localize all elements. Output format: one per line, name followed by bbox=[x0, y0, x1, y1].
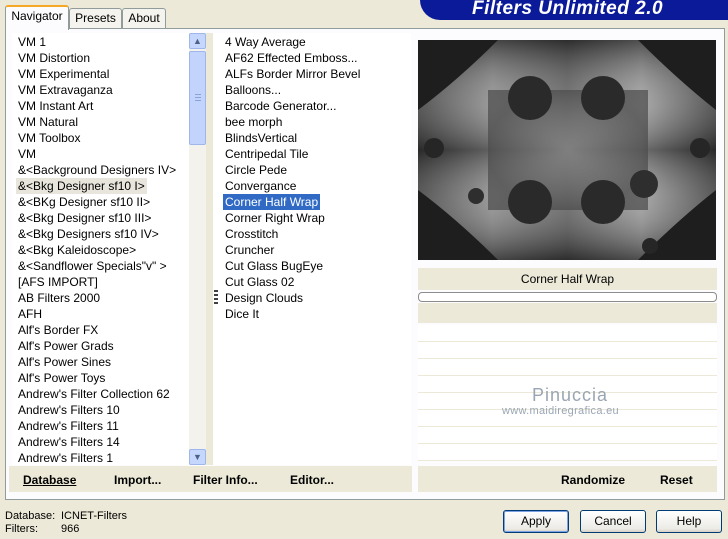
filter-list[interactable]: 4 Way Average AF62 Effected Emboss... ALFs… bbox=[213, 33, 411, 465]
filter-item[interactable]: Dice It bbox=[223, 306, 261, 322]
app-title: Filters Unlimited 2.0 bbox=[472, 0, 664, 19]
cancel-button[interactable]: Cancel bbox=[580, 510, 646, 533]
filters-label: Filters: bbox=[5, 523, 38, 535]
category-item[interactable]: AFH bbox=[16, 306, 44, 322]
filter-item[interactable]: Cruncher bbox=[223, 242, 276, 258]
filter-item[interactable]: Circle Pede bbox=[223, 162, 289, 178]
category-item[interactable]: VM Natural bbox=[16, 114, 80, 130]
filter-item[interactable]: AF62 Effected Emboss... bbox=[223, 50, 360, 66]
category-item[interactable]: Andrew's Filters 11 bbox=[16, 418, 121, 434]
filter-item[interactable]: BlindsVertical bbox=[223, 130, 299, 146]
database-value: ICNET-Filters bbox=[61, 510, 127, 522]
watermark-name: Pinuccia bbox=[532, 385, 609, 405]
category-item[interactable]: Andrew's Filter Collection 62 bbox=[16, 386, 172, 402]
category-item[interactable]: VM Extravaganza bbox=[16, 82, 115, 98]
category-item[interactable]: AB Filters 2000 bbox=[16, 290, 102, 306]
controls-area bbox=[418, 303, 717, 323]
category-item[interactable]: &<Bkg Designer sf10 I> bbox=[16, 178, 147, 194]
filter-item[interactable]: Design Clouds bbox=[223, 290, 305, 306]
editor-button[interactable]: Editor... bbox=[290, 473, 334, 487]
list-marker-icon bbox=[214, 290, 218, 304]
up-arrow-icon: ▲ bbox=[193, 36, 202, 46]
category-item[interactable]: VM Toolbox bbox=[16, 130, 82, 146]
category-item[interactable]: &<Bkg Kaleidoscope> bbox=[16, 242, 138, 258]
category-item[interactable]: &<Background Designers IV> bbox=[16, 162, 178, 178]
filter-item[interactable]: Barcode Generator... bbox=[223, 98, 338, 114]
category-item[interactable]: VM Distortion bbox=[16, 50, 92, 66]
filter-item[interactable]: bee morph bbox=[223, 114, 284, 130]
import-button[interactable]: Import... bbox=[114, 473, 161, 487]
category-item[interactable]: &<Bkg Designers sf10 IV> bbox=[16, 226, 161, 242]
slider-slot[interactable] bbox=[418, 427, 717, 444]
filters-count: 966 bbox=[61, 523, 80, 535]
category-item[interactable]: &<BKg Designer sf10 II> bbox=[16, 194, 152, 210]
category-item[interactable]: [AFS IMPORT] bbox=[16, 274, 100, 290]
category-list[interactable]: VM 1 VM Distortion VM Experimental VM Extra… bbox=[12, 33, 189, 465]
filter-item[interactable]: Corner Half Wrap bbox=[223, 194, 321, 210]
scroll-thumb[interactable] bbox=[189, 51, 206, 145]
reset-button[interactable]: Reset bbox=[660, 473, 693, 487]
category-item[interactable]: Alf's Power Sines bbox=[16, 354, 113, 370]
apply-button[interactable]: Apply bbox=[503, 510, 569, 533]
filter-item[interactable]: 4 Way Average bbox=[223, 34, 308, 50]
category-item[interactable]: &<Bkg Designer sf10 III> bbox=[16, 210, 153, 226]
filter-item[interactable]: Corner Right Wrap bbox=[223, 210, 327, 226]
category-item[interactable]: VM 1 bbox=[16, 34, 48, 50]
filter-item[interactable]: Balloons... bbox=[223, 82, 283, 98]
help-button[interactable]: Help bbox=[656, 510, 722, 533]
category-item[interactable]: Alf's Border FX bbox=[16, 322, 100, 338]
filter-info-button[interactable]: Filter Info... bbox=[193, 473, 258, 487]
randomize-button[interactable]: Randomize bbox=[561, 473, 625, 487]
category-item[interactable]: Alf's Power Grads bbox=[16, 338, 116, 354]
preview-caption: Corner Half Wrap bbox=[418, 268, 717, 290]
down-arrow-icon: ▼ bbox=[193, 452, 202, 462]
category-item[interactable]: &<Sandflower Specials"v" > bbox=[16, 258, 169, 274]
slider-slot[interactable] bbox=[418, 325, 717, 342]
category-item[interactable]: VM Experimental bbox=[16, 66, 111, 82]
scroll-up-button[interactable]: ▲ bbox=[189, 33, 206, 49]
slider-slot[interactable] bbox=[418, 359, 717, 376]
filter-item[interactable]: Convergance bbox=[223, 178, 298, 194]
slider-slot[interactable] bbox=[418, 342, 717, 359]
category-item[interactable]: Alf's Power Toys bbox=[16, 370, 107, 386]
tab-navigator[interactable]: Navigator bbox=[5, 5, 69, 30]
database-label: Database: bbox=[5, 510, 56, 522]
category-item[interactable]: Andrew's Filters 10 bbox=[16, 402, 122, 418]
scroll-down-button[interactable]: ▼ bbox=[189, 449, 206, 465]
column-divider bbox=[206, 33, 213, 465]
progress-bar bbox=[418, 292, 717, 302]
category-item[interactable]: Andrew's Filters 1 bbox=[16, 450, 115, 465]
category-item[interactable]: VM bbox=[16, 146, 38, 162]
category-item[interactable]: VM Instant Art bbox=[16, 98, 95, 114]
slider-slot[interactable] bbox=[418, 444, 717, 461]
category-scrollbar[interactable]: ▲ ▼ bbox=[189, 33, 206, 465]
filter-item[interactable]: Centripedal Tile bbox=[223, 146, 310, 162]
database-button[interactable]: Database bbox=[23, 473, 76, 487]
category-item[interactable]: Andrew's Filters 14 bbox=[16, 434, 122, 450]
tab-about[interactable]: About bbox=[122, 8, 166, 28]
filter-item[interactable]: Cut Glass BugEye bbox=[223, 258, 325, 274]
filter-item[interactable]: Cut Glass 02 bbox=[223, 274, 296, 290]
preview-image bbox=[418, 40, 716, 260]
filter-item[interactable]: Crosstitch bbox=[223, 226, 280, 242]
filter-item[interactable]: ALFs Border Mirror Bevel bbox=[223, 66, 362, 82]
watermark-url: www.maidiregrafica.eu bbox=[502, 405, 619, 417]
tab-presets[interactable]: Presets bbox=[69, 8, 122, 28]
